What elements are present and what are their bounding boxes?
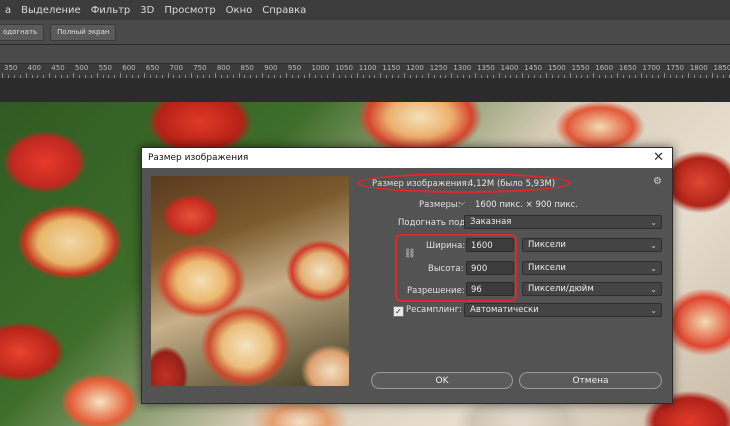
gear-icon[interactable]: ⚙ <box>653 176 662 187</box>
resample-checkbox[interactable]: ✓ <box>393 306 404 317</box>
ruler-tick-label: 600 <box>122 64 136 72</box>
ruler-tick-label: 1250 <box>429 64 448 72</box>
ruler-tick-label: 750 <box>193 64 207 72</box>
ruler-tick-label: 650 <box>145 64 160 72</box>
ruler-tick-label: 1300 <box>453 64 472 72</box>
fit-screen-button[interactable]: одогнать <box>0 23 45 41</box>
ruler-tick-label: 1750 <box>666 64 685 72</box>
menu-item-3d[interactable]: 3D <box>135 5 159 16</box>
image-size-dialog: Размер изображения ✕ ⚙ Размер изображени… <box>141 147 673 404</box>
chevron-down-icon: ⌄ <box>650 218 657 227</box>
dialog-titlebar: Размер изображения ✕ <box>142 148 672 168</box>
width-unit-select[interactable]: Пиксели ⌄ <box>522 238 662 252</box>
ruler-tick-label: 1150 <box>382 64 401 72</box>
ruler-tick-label: 450 <box>51 64 65 72</box>
resolution-unit-select[interactable]: Пиксели/дюйм ⌄ <box>522 282 662 296</box>
cancel-button[interactable]: Отмена <box>519 372 662 389</box>
ruler-tick-label: 850 <box>240 64 254 72</box>
ruler-tick-label: 950 <box>287 64 302 72</box>
ruler-tick-label: 1400 <box>500 64 519 72</box>
menu-item-view[interactable]: Просмотр <box>159 5 220 16</box>
menu-item-select[interactable]: Выделение <box>16 5 86 16</box>
highlight-ellipse <box>357 173 571 193</box>
height-unit-value: Пиксели <box>528 263 566 273</box>
resample-value: Автоматически <box>470 305 539 315</box>
ruler-tick-label: 1700 <box>642 64 661 72</box>
menu-item-window[interactable]: Окно <box>221 5 258 16</box>
ruler-tick-label: 1650 <box>618 64 637 72</box>
chevron-down-icon: ⌄ <box>650 264 657 273</box>
ruler-tick-label: 1200 <box>406 64 424 72</box>
menu-item-edit[interactable]: а <box>0 5 16 16</box>
fit-to-label: Подогнать под: <box>398 218 469 228</box>
ruler-tick-label: 1000 <box>311 64 330 72</box>
full-screen-button[interactable]: Полный экран <box>50 23 117 41</box>
menu-item-help[interactable]: Справка <box>257 5 311 16</box>
resolution-unit-value: Пиксели/дюйм <box>528 284 594 294</box>
chevron-down-icon[interactable]: ⌵ <box>459 198 465 208</box>
ruler-tick-label: 1850 <box>713 64 730 72</box>
dialog-title: Размер изображения <box>148 153 249 163</box>
close-icon[interactable]: ✕ <box>653 148 664 168</box>
ruler-tick-label: 1450 <box>524 64 543 72</box>
menu-item-filter[interactable]: Фильтр <box>86 5 136 16</box>
image-preview[interactable] <box>151 176 349 386</box>
ruler-tick-label: 1550 <box>571 64 590 72</box>
ruler-tick-label: 400 <box>27 64 42 72</box>
ruler-tick-label: 350 <box>4 64 18 72</box>
dimensions-label: Размеры: <box>419 200 461 210</box>
options-bar: одогнать Полный экран <box>0 20 730 45</box>
fit-to-value: Заказная <box>470 217 512 227</box>
ruler-tick-label: 1500 <box>547 64 566 72</box>
ruler-tick-label: 800 <box>216 64 231 72</box>
fit-to-select[interactable]: Заказная ⌄ <box>464 215 662 229</box>
ok-button[interactable]: OK <box>371 372 513 389</box>
tab-strip <box>0 45 730 63</box>
resample-label: Ресамплинг: <box>406 305 463 315</box>
ruler-tick-label: 1050 <box>335 64 353 72</box>
ruler-tick-label: 1600 <box>595 64 614 72</box>
chevron-down-icon: ⌄ <box>650 285 657 294</box>
horizontal-ruler: 350 400 450 500 550 600 650 700 750 800 850 900 950 1… <box>0 63 730 79</box>
highlight-box <box>395 234 517 302</box>
width-unit-value: Пиксели <box>528 240 566 250</box>
ruler-tick-label: 1100 <box>358 64 377 72</box>
chevron-down-icon: ⌄ <box>650 306 657 315</box>
ruler-tick-label: 1350 <box>477 64 495 72</box>
ruler-tick-label: 700 <box>169 64 183 72</box>
ruler-tick-label: 550 <box>98 64 112 72</box>
height-unit-select[interactable]: Пиксели ⌄ <box>522 261 662 275</box>
ruler-tick-label: 1800 <box>689 64 708 72</box>
chevron-down-icon: ⌄ <box>650 241 657 250</box>
canvas-top-border <box>0 78 730 102</box>
ruler-tick-label: 900 <box>264 64 278 72</box>
resample-select[interactable]: Автоматически ⌄ <box>464 303 662 317</box>
ruler-tick-label: 500 <box>74 64 89 72</box>
menu-bar: а Выделение Фильтр 3D Просмотр Окно Спра… <box>0 0 730 20</box>
dimensions-value: 1600 пикс. × 900 пикс. <box>475 200 578 210</box>
